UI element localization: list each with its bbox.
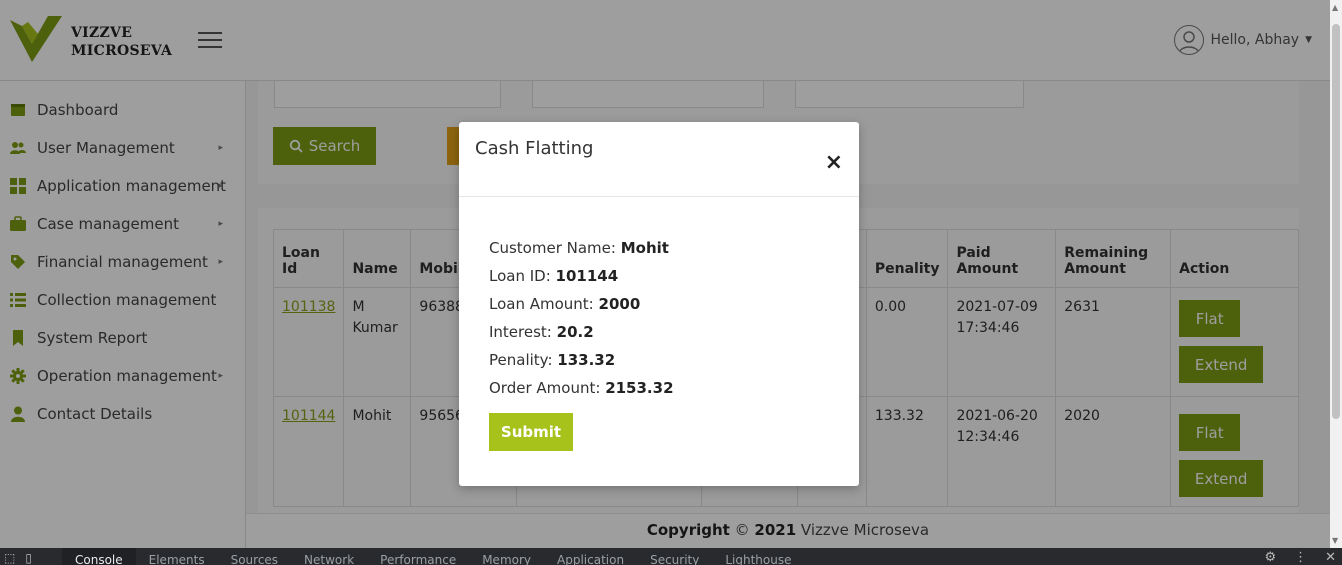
close-icon[interactable]: × bbox=[825, 152, 843, 174]
info-label: Loan ID: bbox=[489, 267, 551, 285]
more-options-icon[interactable]: ⋮ bbox=[1294, 550, 1307, 565]
scroll-thumb[interactable] bbox=[1332, 24, 1340, 419]
devtools-tab-lighthouse[interactable]: Lighthouse bbox=[712, 548, 804, 565]
cash-flatting-modal: Cash Flatting × Customer Name: Mohit Loan… bbox=[459, 122, 859, 486]
info-value: Mohit bbox=[620, 239, 669, 257]
page-scrollbar[interactable]: ▲ ▼ bbox=[1330, 0, 1342, 548]
devtools-tab-memory[interactable]: Memory bbox=[469, 548, 544, 565]
scroll-up-arrow-icon[interactable]: ▲ bbox=[1332, 3, 1338, 12]
info-label: Order Amount: bbox=[489, 379, 601, 397]
close-devtools-icon[interactable]: ✕ bbox=[1325, 550, 1336, 565]
submit-button[interactable]: Submit bbox=[489, 413, 573, 451]
devtools-tab-console[interactable]: Console bbox=[62, 548, 136, 565]
devtools-tab-sources[interactable]: Sources bbox=[218, 548, 291, 565]
modal-body: Customer Name: Mohit Loan ID: 101144 Loan … bbox=[459, 197, 859, 451]
modal-title: Cash Flatting bbox=[475, 138, 594, 159]
modal-info-line: Interest: 20.2 bbox=[489, 318, 829, 346]
info-label: Loan Amount: bbox=[489, 295, 594, 313]
info-label: Customer Name: bbox=[489, 239, 616, 257]
info-value: 133.32 bbox=[557, 351, 616, 369]
modal-info-line: Penality: 133.32 bbox=[489, 346, 829, 374]
devtools-bar: ⬚ ▯ Console Elements Sources Network Perform… bbox=[0, 548, 1342, 565]
modal-header: Cash Flatting × bbox=[459, 122, 859, 197]
scroll-down-arrow-icon[interactable]: ▼ bbox=[1332, 536, 1338, 545]
devtools-tab-performance[interactable]: Performance bbox=[367, 548, 469, 565]
info-label: Interest: bbox=[489, 323, 552, 341]
modal-info-line: Loan Amount: 2000 bbox=[489, 290, 829, 318]
modal-info-line: Loan ID: 101144 bbox=[489, 262, 829, 290]
devtools-tab-application[interactable]: Application bbox=[544, 548, 637, 565]
modal-info-line: Customer Name: Mohit bbox=[489, 234, 829, 262]
info-value: 2000 bbox=[598, 295, 641, 313]
devtools-tabs: Console Elements Sources Network Performance… bbox=[62, 548, 805, 565]
settings-gear-icon[interactable]: ⚙ bbox=[1264, 550, 1276, 565]
info-value: 2153.32 bbox=[605, 379, 674, 397]
device-toolbar-icon[interactable]: ▯ bbox=[25, 551, 32, 565]
devtools-tab-elements[interactable]: Elements bbox=[136, 548, 218, 565]
devtools-tab-security[interactable]: Security bbox=[637, 548, 712, 565]
devtools-tab-network[interactable]: Network bbox=[291, 548, 367, 565]
modal-info-line: Order Amount: 2153.32 bbox=[489, 374, 829, 402]
inspect-icon[interactable]: ⬚ bbox=[4, 551, 15, 565]
info-value: 20.2 bbox=[556, 323, 594, 341]
info-value: 101144 bbox=[555, 267, 619, 285]
info-label: Penality: bbox=[489, 351, 553, 369]
